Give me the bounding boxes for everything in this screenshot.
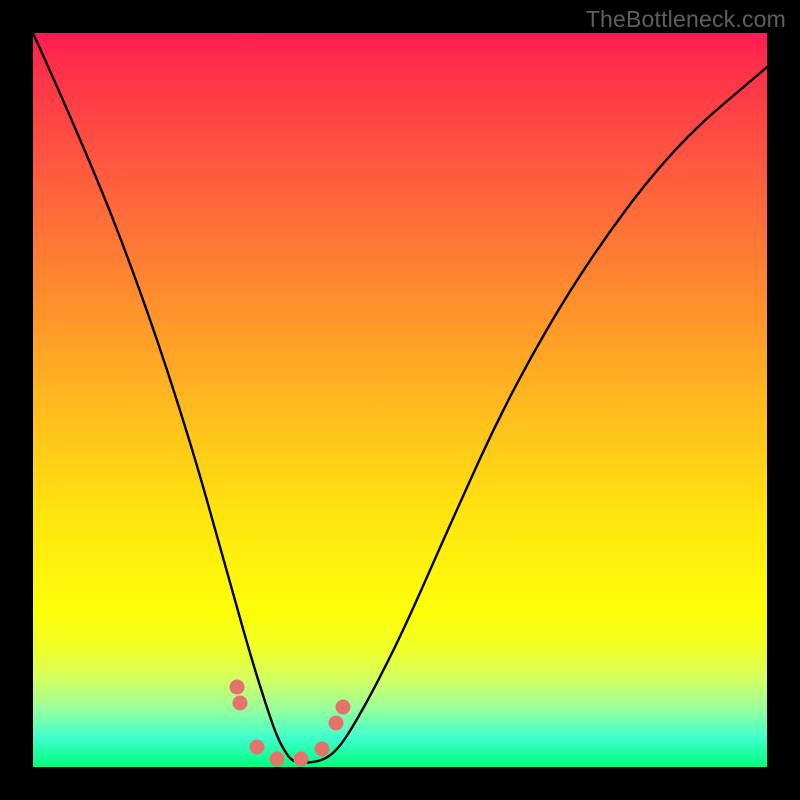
marker-dot: [230, 680, 245, 695]
marker-dot: [336, 700, 351, 715]
marker-dot: [233, 696, 248, 711]
marker-dot: [329, 716, 344, 731]
marker-dot: [315, 742, 330, 757]
marker-dot: [270, 752, 285, 767]
plot-area: [33, 33, 767, 767]
chart-frame: TheBottleneck.com: [0, 0, 800, 800]
marker-dot: [250, 740, 265, 755]
marker-dot: [294, 752, 309, 767]
curve-layer: [33, 33, 767, 767]
watermark-text: TheBottleneck.com: [586, 6, 786, 33]
bottleneck-curve: [33, 33, 767, 763]
